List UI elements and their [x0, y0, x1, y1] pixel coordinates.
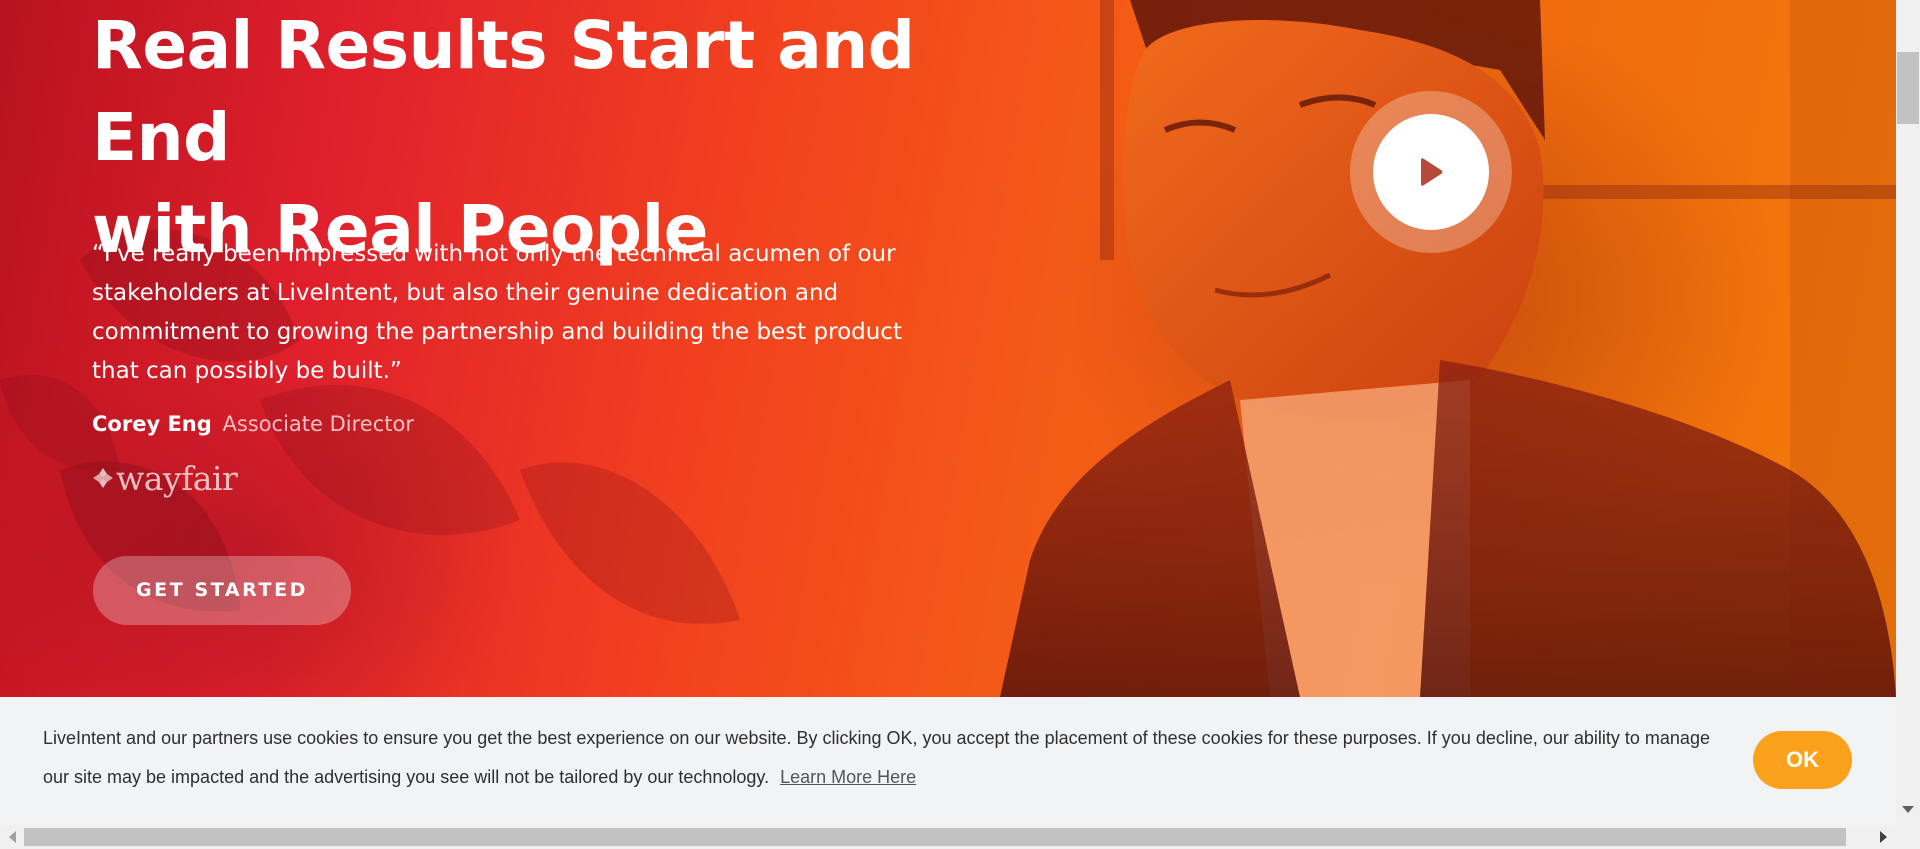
- wayfair-wordmark: wayfair: [116, 458, 238, 498]
- horizontal-scrollbar-thumb[interactable]: [24, 828, 1846, 846]
- learn-more-link[interactable]: Learn More Here: [780, 767, 916, 787]
- scroll-down-arrow-icon[interactable]: [1902, 806, 1914, 813]
- get-started-button[interactable]: GET STARTED: [93, 556, 351, 625]
- testimonial-attribution: Corey Eng Associate Director: [92, 409, 414, 439]
- wayfair-logo: wayfair: [92, 455, 238, 501]
- vertical-scrollbar-thumb[interactable]: [1897, 52, 1919, 124]
- hero-section: Real Results Start and End with Real Peo…: [0, 0, 1896, 697]
- hero-heading-line1: Real Results Start and End: [92, 7, 915, 176]
- play-button-inner: [1373, 114, 1489, 230]
- author-role: Associate Director: [222, 412, 414, 436]
- author-name: Corey Eng: [92, 412, 212, 436]
- play-icon: [1421, 158, 1443, 186]
- wayfair-pinwheel-icon: [93, 468, 113, 488]
- play-video-button[interactable]: [1350, 91, 1512, 253]
- scroll-right-arrow-icon[interactable]: [1880, 831, 1887, 843]
- cookie-banner: LiveIntent and our partners use cookies …: [0, 697, 1896, 825]
- testimonial-quote: “I've really been impressed with not onl…: [92, 241, 902, 384]
- cookie-message: LiveIntent and our partners use cookies …: [43, 719, 1733, 797]
- cookie-ok-button[interactable]: OK: [1753, 731, 1852, 789]
- scroll-left-arrow-icon[interactable]: [9, 831, 16, 843]
